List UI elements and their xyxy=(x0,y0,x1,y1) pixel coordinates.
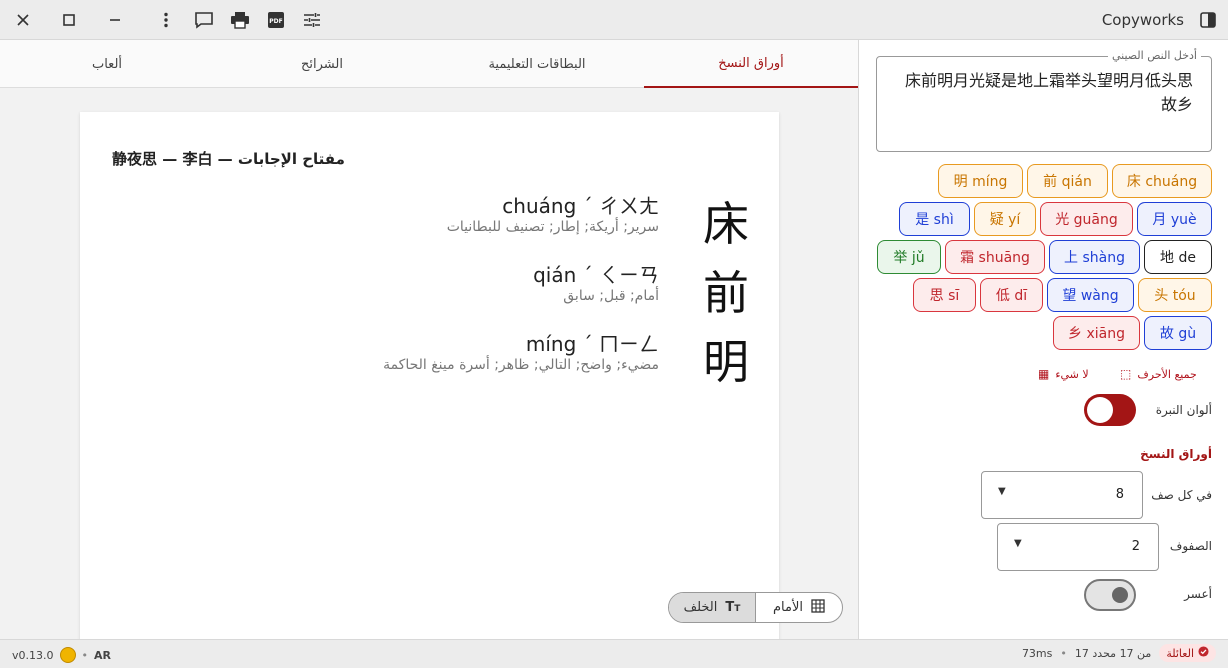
separator-dot: • xyxy=(81,648,89,662)
tone-colors-switch[interactable] xyxy=(1084,394,1136,426)
char-entry: 床 chuáng ˊ ㄔㄨㄤ سرير; أريكة; إطار; تصنيف … xyxy=(80,188,779,257)
timing-text: 73ms xyxy=(1021,646,1053,660)
text-format-icon: TT xyxy=(725,600,741,615)
char-entry: 明 míng ˊ ㄇㄧㄥ مضيء; واضح; التالي; ظاهر; أ… xyxy=(80,326,779,395)
rows-label: الصفوف xyxy=(1169,539,1212,553)
char-chip[interactable]: 低 dī xyxy=(980,278,1043,312)
family-badge-label: العائلة xyxy=(1166,646,1194,660)
char-chip[interactable]: 举 jǔ xyxy=(877,240,941,274)
sidebar-toggle-icon[interactable] xyxy=(1194,6,1222,34)
copysheets-heading: أوراق النسخ xyxy=(1140,447,1212,461)
meaning-text: مضيء; واضح; التالي; ظاهر; أسرة مينغ الحا… xyxy=(383,357,659,373)
meaning-text: أمام; قبل; سابق xyxy=(563,288,659,304)
switch-knob xyxy=(1112,587,1128,603)
comment-icon[interactable] xyxy=(190,6,218,34)
tab-copysheets[interactable]: أوراق النسخ xyxy=(644,40,858,88)
char-entry: 前 qián ˊ ㄑㄧㄢ أمام; قبل; سابق xyxy=(80,257,779,326)
char-chip[interactable]: 前 qián xyxy=(1027,164,1108,198)
pinyin-text: míng ˊ ㄇㄧㄥ xyxy=(525,332,659,356)
char-chip[interactable]: 月 yuè xyxy=(1137,202,1212,236)
tune-icon[interactable] xyxy=(298,6,326,34)
back-label: الخلف xyxy=(683,600,718,615)
tab-flashcards[interactable]: البطاقات التعليمية xyxy=(430,40,644,88)
app-title: Copyworks xyxy=(1101,11,1184,29)
hanzi-character: 前 xyxy=(703,266,749,320)
dropdown-arrow-icon: ▼ xyxy=(998,486,1006,497)
char-chip[interactable]: 霜 shuāng xyxy=(945,240,1045,274)
grid-icon xyxy=(811,598,825,617)
main-content: أوراق النسخ البطاقات التعليمية الشرائح أ… xyxy=(0,40,859,639)
char-chip[interactable]: 地 de xyxy=(1144,240,1212,274)
rows-value: 2 xyxy=(1131,539,1140,554)
pinyin-text: chuáng ˊ ㄔㄨㄤ xyxy=(502,194,659,218)
status-left: v0.13.0 • AR xyxy=(12,647,111,663)
meaning-text: سرير; أريكة; إطار; تصنيف للبطانيات xyxy=(446,219,659,235)
maximize-icon[interactable] xyxy=(55,6,83,34)
status-bar: v0.13.0 • AR 73ms • 17 من 17 محدد العائل… xyxy=(0,639,1228,668)
tone-colors-label: ألوان النبرة xyxy=(1155,403,1212,417)
status-right: 73ms • 17 من 17 محدد العائلة xyxy=(1022,644,1216,662)
back-button[interactable]: الخلف TT xyxy=(669,593,755,622)
answer-key-sheet: 静夜思 — 李白 — مفتاح الإجابات 床 chuáng ˊ ㄔㄨㄤ… xyxy=(80,112,779,639)
chinese-text-legend: أدخل النص الصيني xyxy=(1107,49,1201,62)
per-row-value: 8 xyxy=(1115,487,1124,502)
per-row-select[interactable]: 8 ▼ xyxy=(981,471,1143,519)
title-bar: PDF Copyworks xyxy=(0,0,1228,40)
harder-label: أعسر xyxy=(1184,587,1212,601)
print-icon[interactable] xyxy=(226,6,254,34)
tab-bar: أوراق النسخ البطاقات التعليمية الشرائح أ… xyxy=(0,40,858,88)
select-all-icon: ⬚ xyxy=(1120,367,1132,381)
tab-games[interactable]: ألعاب xyxy=(0,40,214,88)
deselect-icon: ▦ xyxy=(1038,367,1050,381)
close-icon[interactable] xyxy=(9,6,37,34)
char-chip[interactable]: 故 gù xyxy=(1144,316,1212,350)
per-row-label: في كل صف xyxy=(1151,488,1212,502)
char-chip[interactable]: 头 tóu xyxy=(1138,278,1212,312)
select-none-label: لا شيء xyxy=(1055,367,1089,381)
char-chip[interactable]: 望 wàng xyxy=(1047,278,1134,312)
language-indicator[interactable]: AR xyxy=(94,649,111,662)
chinese-text-field[interactable]: أدخل النص الصيني 床前明月光疑是地上霜举头望明月低头思故乡 xyxy=(876,49,1212,152)
chinese-text-value[interactable]: 床前明月光疑是地上霜举头望明月低头思故乡 xyxy=(893,69,1193,117)
switch-knob xyxy=(1087,397,1113,423)
char-chip[interactable]: 思 sī xyxy=(913,278,976,312)
front-label: الأمام xyxy=(773,600,803,615)
select-all-button[interactable]: ⬚ جميع الأحرف xyxy=(1120,367,1197,381)
svg-text:PDF: PDF xyxy=(269,18,282,25)
selected-count-text: 17 من 17 محدد xyxy=(1074,646,1152,660)
char-chip[interactable]: 光 guāng xyxy=(1040,202,1133,236)
select-none-button[interactable]: ▦ لا شيء xyxy=(1038,367,1089,381)
hanzi-character: 明 xyxy=(703,335,749,389)
char-chip[interactable]: 床 chuáng xyxy=(1112,164,1212,198)
char-chip[interactable]: 明 míng xyxy=(938,164,1023,198)
front-button[interactable]: الأمام xyxy=(756,593,842,622)
pdf-icon[interactable]: PDF xyxy=(262,6,290,34)
settings-panel: أدخل النص الصيني 床前明月光疑是地上霜举头望明月低头思故乡 床 … xyxy=(860,40,1228,639)
hanzi-character: 床 xyxy=(703,197,749,251)
version-text: v0.13.0 xyxy=(12,648,54,662)
more-vert-icon[interactable] xyxy=(152,6,180,34)
front-back-toggle: الخلف TT الأمام xyxy=(668,592,843,623)
char-chip[interactable]: 乡 xiāng xyxy=(1053,316,1140,350)
coin-icon xyxy=(59,647,76,663)
char-chip[interactable]: 是 shì xyxy=(899,202,970,236)
tab-slides[interactable]: الشرائح xyxy=(215,40,429,88)
pinyin-text: qián ˊ ㄑㄧㄢ xyxy=(533,263,659,287)
check-circle-icon xyxy=(1198,646,1209,660)
char-chip[interactable]: 疑 yí xyxy=(974,202,1036,236)
dropdown-arrow-icon: ▼ xyxy=(1014,538,1022,549)
separator-dot: • xyxy=(1060,646,1067,660)
family-badge[interactable]: العائلة xyxy=(1159,644,1216,662)
minimize-icon[interactable] xyxy=(101,6,129,34)
select-all-label: جميع الأحرف xyxy=(1137,367,1197,381)
char-chip[interactable]: 上 shàng xyxy=(1049,240,1140,274)
rows-select[interactable]: 2 ▼ xyxy=(997,523,1159,571)
harder-switch[interactable] xyxy=(1084,579,1136,611)
sheet-title: 静夜思 — 李白 — مفتاح الإجابات xyxy=(112,150,345,168)
